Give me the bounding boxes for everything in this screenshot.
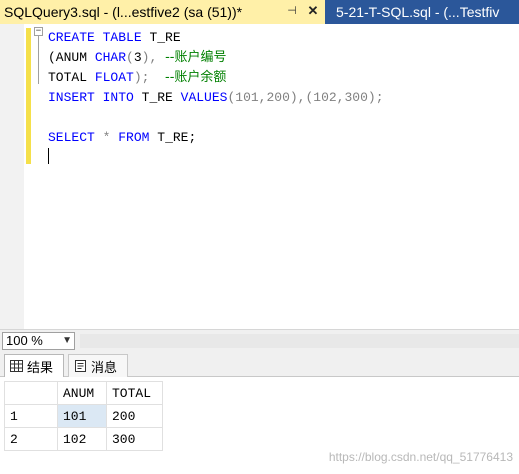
- results-tab-bar: 结果 消息: [0, 351, 519, 377]
- table-row: 1 101 200: [4, 404, 163, 428]
- grid-icon: [10, 360, 23, 372]
- tab-sqlquery3[interactable]: SQLQuery3.sql - (l...estfive2 (sa (51))*…: [0, 0, 325, 24]
- code-line-4: INSERT INTO T_RE VALUES(101,200),(102,30…: [48, 90, 384, 105]
- grid-cell[interactable]: 102: [57, 427, 107, 451]
- chevron-down-icon[interactable]: ▼: [62, 333, 72, 349]
- table-row: 2 102 300: [4, 427, 163, 451]
- horizontal-scrollbar[interactable]: [80, 334, 519, 348]
- editor-gutter: [0, 24, 24, 329]
- results-pane: ANUM TOTAL 1 101 200 2 102 300 https://b…: [0, 377, 519, 474]
- code-line-3: TOTAL FLOAT); --账户余额: [48, 70, 227, 85]
- grid-cell[interactable]: 101: [57, 404, 107, 428]
- grid-header-row: ANUM TOTAL: [4, 381, 163, 405]
- text-caret: [48, 148, 49, 164]
- zoom-select[interactable]: 100 % ▼: [2, 332, 75, 350]
- outline-line: [38, 32, 39, 84]
- tab-results-label: 结果: [27, 360, 54, 376]
- grid-cell[interactable]: 300: [106, 427, 163, 451]
- code-text[interactable]: CREATE TABLE T_RE (ANUM CHAR(3), --账户编号 …: [48, 28, 384, 168]
- query-editor[interactable]: − CREATE TABLE T_RE (ANUM CHAR(3), --账户编…: [0, 24, 519, 329]
- code-line-6: SELECT * FROM T_RE;: [48, 130, 197, 145]
- results-grid[interactable]: ANUM TOTAL 1 101 200 2 102 300: [4, 381, 163, 451]
- doc-icon: [74, 360, 87, 372]
- tab-results[interactable]: 结果: [4, 354, 64, 377]
- change-indicator-bar: [26, 28, 31, 164]
- grid-corner[interactable]: [4, 381, 58, 405]
- row-number[interactable]: 2: [4, 427, 58, 451]
- code-line-2: (ANUM CHAR(3), --账户编号: [48, 50, 227, 65]
- code-line-1: CREATE TABLE T_RE: [48, 30, 181, 45]
- code-line-7: [48, 148, 384, 168]
- watermark: https://blog.csdn.net/qq_51776413: [328, 450, 513, 464]
- column-header-anum[interactable]: ANUM: [57, 381, 107, 405]
- tab-sqlquery3-title: SQLQuery3.sql - (l...estfive2 (sa (51))*: [4, 4, 243, 20]
- tab-5-21-t-sql-title: 5-21-T-SQL.sql - (...Testfiv: [336, 4, 500, 20]
- tab-messages[interactable]: 消息: [68, 354, 128, 377]
- tab-messages-label: 消息: [91, 360, 118, 376]
- column-header-total[interactable]: TOTAL: [106, 381, 163, 405]
- pin-icon[interactable]: ⊣: [285, 4, 299, 18]
- grid-cell[interactable]: 200: [106, 404, 163, 428]
- document-tab-strip: SQLQuery3.sql - (l...estfive2 (sa (51))*…: [0, 0, 519, 24]
- tab-5-21-t-sql[interactable]: 5-21-T-SQL.sql - (...Testfiv: [330, 0, 519, 24]
- row-number[interactable]: 1: [4, 404, 58, 428]
- zoom-value: 100 %: [6, 333, 43, 348]
- close-icon[interactable]: ✕: [306, 4, 320, 18]
- zoom-bar: 100 % ▼: [0, 329, 519, 351]
- collapse-outline-icon[interactable]: −: [34, 27, 43, 36]
